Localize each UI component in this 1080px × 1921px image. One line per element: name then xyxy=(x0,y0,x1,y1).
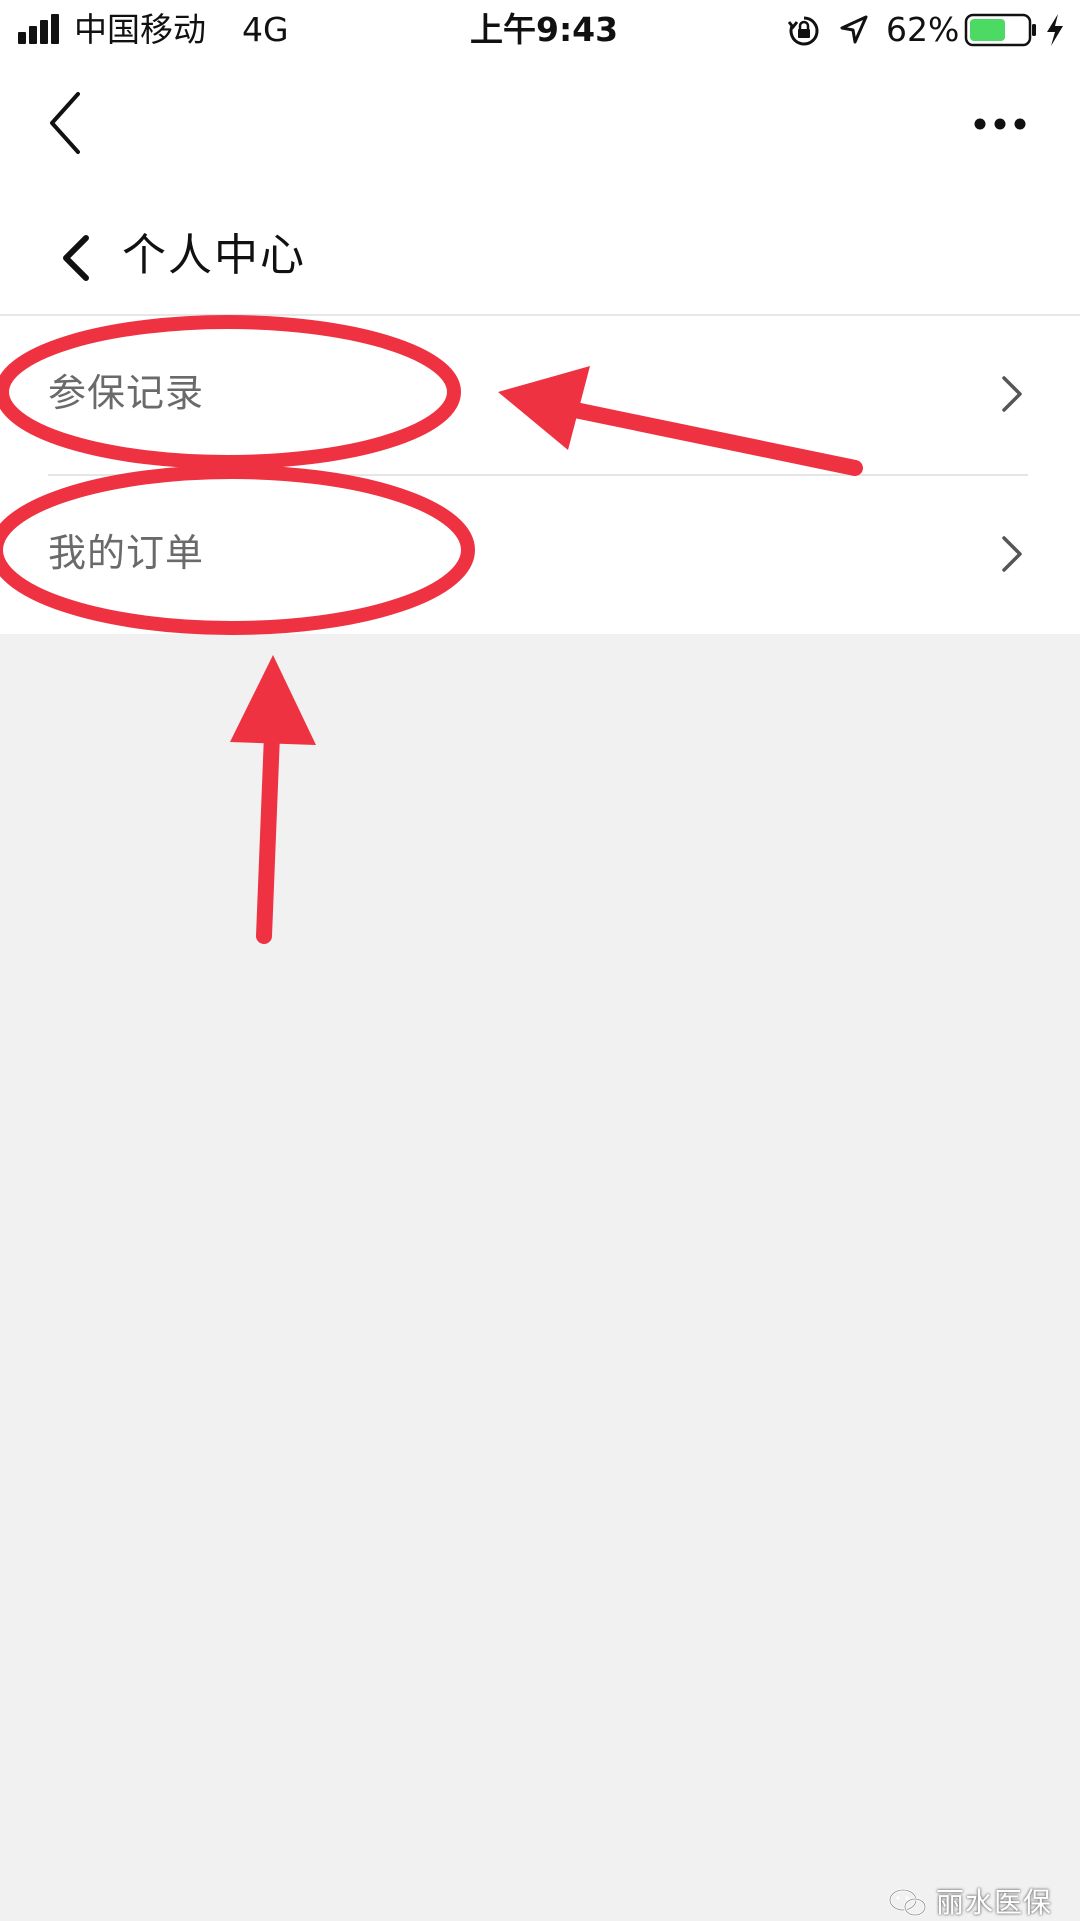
clock: 上午9:43 xyxy=(470,10,619,49)
battery-percent: 62% xyxy=(886,10,960,49)
signal-icon xyxy=(18,14,62,44)
status-bar: 中国移动 4G 上午9:43 62% xyxy=(0,0,1080,62)
network-type: 4G xyxy=(242,10,289,49)
charging-icon xyxy=(1047,14,1063,46)
wechat-icon xyxy=(888,1888,927,1917)
annotation-arrow-shaft xyxy=(256,727,280,944)
orientation-lock-icon xyxy=(787,16,819,46)
annotation-arrow-head xyxy=(230,655,316,745)
watermark: 丽水医保 xyxy=(888,1885,1052,1921)
carrier-name: 中国移动 xyxy=(74,10,206,49)
menu-item-label: 参保记录 xyxy=(48,371,205,415)
page-title: 个人中心 xyxy=(122,230,306,281)
watermark-text: 丽水医保 xyxy=(936,1886,1053,1919)
chevron-right-icon xyxy=(1002,376,1022,412)
menu-item-my-orders[interactable]: 我的订单 xyxy=(0,476,1080,634)
battery-icon xyxy=(964,13,1036,47)
chevron-left-icon[interactable] xyxy=(40,88,90,158)
menu-list: 参保记录 我的订单 xyxy=(0,316,1080,634)
menu-item-label: 我的订单 xyxy=(48,531,205,575)
chevron-right-icon xyxy=(1002,536,1022,572)
menu-item-insurance-records[interactable]: 参保记录 xyxy=(0,316,1080,474)
chevron-left-icon[interactable] xyxy=(56,232,96,284)
location-icon xyxy=(840,15,868,44)
more-dots-icon[interactable] xyxy=(970,106,1030,142)
page-header: 个人中心 xyxy=(0,200,1080,315)
